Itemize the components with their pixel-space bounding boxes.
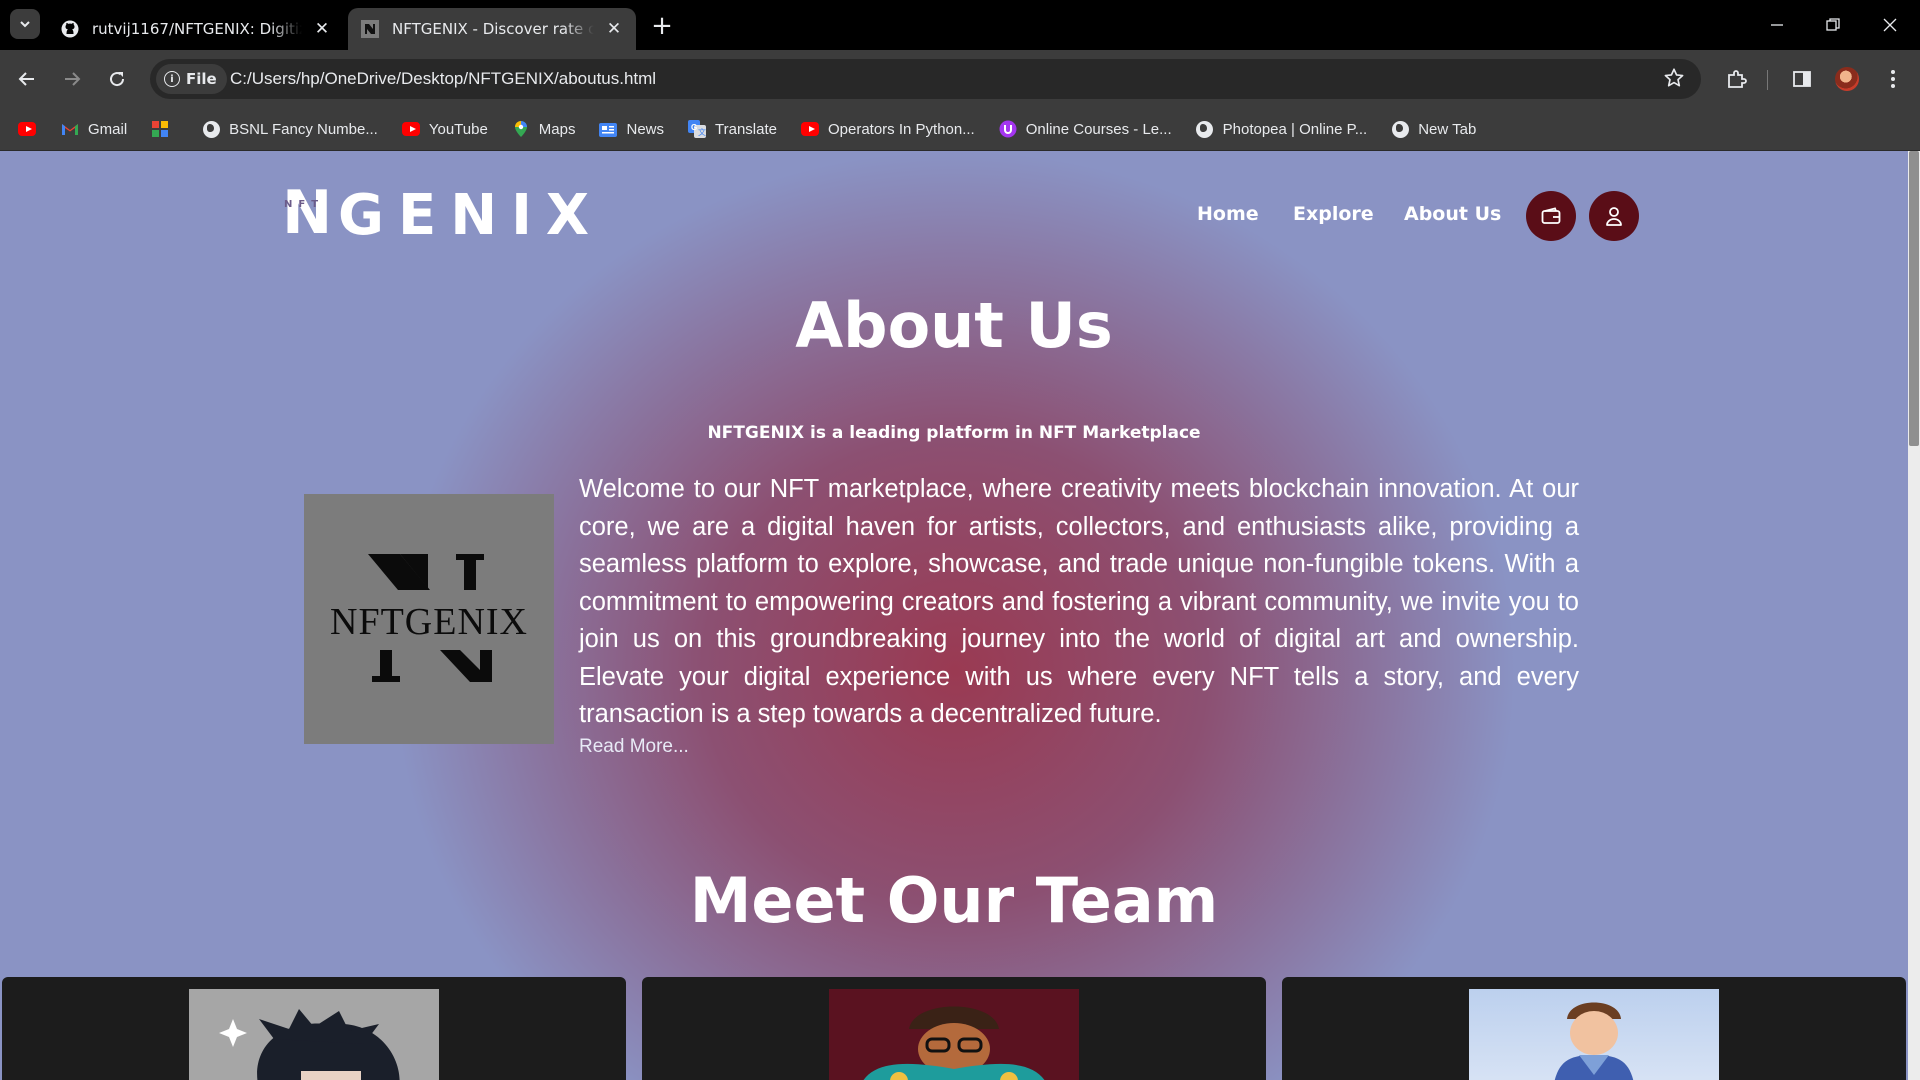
tab-github[interactable]: rutvij1167/NFTGENIX: Digitizing ✕	[48, 8, 344, 50]
bookmark-new-tab[interactable]: New Tab	[1385, 114, 1482, 144]
nav-about-us[interactable]: About Us	[1404, 203, 1501, 225]
bookmark-translate[interactable]: G文 Translate	[682, 114, 783, 144]
wallet-icon	[1541, 207, 1561, 224]
globe-icon	[1391, 120, 1409, 138]
bookmark-youtube-1[interactable]	[12, 114, 51, 144]
url-text[interactable]: C:/Users/hp/OneDrive/Desktop/NFTGENIX/ab…	[230, 69, 656, 89]
team-heading: Meet Our Team	[689, 864, 1219, 937]
close-tab-icon[interactable]: ✕	[604, 19, 624, 39]
site-info-chip[interactable]: i File	[156, 64, 227, 94]
profile-button[interactable]	[1589, 191, 1639, 241]
tab-title: NFTGENIX - Discover rate collec	[392, 20, 594, 38]
globe-icon	[1196, 120, 1214, 138]
close-window-icon[interactable]	[1875, 10, 1905, 40]
logo-wordmark: GENIX	[338, 182, 604, 248]
about-tagline: NFTGENIX is a leading platform in NFT Ma…	[707, 423, 1201, 443]
side-panel-icon[interactable]	[1787, 64, 1817, 94]
bookmark-gmail[interactable]: Gmail	[55, 114, 133, 144]
translate-icon: G文	[688, 120, 706, 138]
bookmark-news[interactable]: News	[593, 114, 670, 144]
site-logo[interactable]: N NFT GENIX	[282, 183, 603, 248]
minimize-icon[interactable]	[1762, 10, 1792, 40]
course-icon	[999, 120, 1017, 138]
about-paragraph: Welcome to our NFT marketplace, where cr…	[579, 475, 1579, 728]
forward-arrow-icon[interactable]	[57, 64, 87, 94]
reload-icon[interactable]	[102, 64, 132, 94]
read-more-link[interactable]: Read More...	[579, 736, 689, 758]
nav-home[interactable]: Home	[1197, 203, 1259, 225]
news-icon	[599, 120, 618, 138]
google-icon	[151, 120, 169, 138]
bookmark-youtube[interactable]: YouTube	[396, 114, 494, 144]
logo-big-letter: N	[282, 178, 333, 248]
page-viewport: N NFT GENIX Home Explore About Us About …	[0, 151, 1920, 1080]
team-member-photo	[189, 989, 439, 1080]
team-card	[642, 977, 1266, 1080]
team-member-photo	[829, 989, 1079, 1080]
bookmark-maps[interactable]: Maps	[506, 114, 582, 144]
bookmark-star-icon[interactable]	[1663, 67, 1687, 91]
gmail-icon	[61, 120, 79, 138]
tab-search-button[interactable]	[10, 9, 40, 39]
svg-text:G: G	[691, 123, 697, 132]
globe-icon	[202, 120, 220, 138]
maps-icon	[512, 120, 530, 138]
profile-avatar[interactable]	[1832, 64, 1862, 94]
wallet-button[interactable]	[1526, 191, 1576, 241]
close-tab-icon[interactable]: ✕	[312, 19, 332, 39]
profile-picture-icon	[1835, 67, 1859, 91]
youtube-icon	[18, 120, 36, 138]
back-arrow-icon[interactable]	[12, 64, 42, 94]
github-icon	[60, 19, 80, 39]
team-member-photo	[1469, 989, 1719, 1080]
youtube-icon	[800, 120, 819, 138]
more-menu-icon[interactable]	[1878, 64, 1908, 94]
user-icon	[1606, 207, 1622, 226]
logo-small-text: NFT	[284, 199, 325, 210]
svg-text:文: 文	[698, 127, 706, 137]
toolbar: i File C:/Users/hp/OneDrive/Desktop/NFTG…	[0, 50, 1920, 108]
bookmarks-bar: Gmail BSNL Fancy Numbe... YouTube Maps N…	[0, 108, 1920, 151]
toolbar-separator	[1767, 70, 1768, 90]
new-tab-button[interactable]: +	[648, 11, 676, 41]
address-bar[interactable]: i File C:/Users/hp/OneDrive/Desktop/NFTG…	[150, 59, 1701, 99]
chevron-down-icon	[20, 21, 30, 28]
about-logo-image: NFTGENIX	[304, 494, 554, 744]
file-label: File	[186, 70, 217, 88]
youtube-icon	[401, 120, 420, 138]
about-heading: About Us	[795, 289, 1113, 362]
nftgenix-favicon-icon	[360, 19, 380, 39]
tab-title: rutvij1167/NFTGENIX: Digitizing	[92, 20, 302, 38]
bookmark-google[interactable]	[145, 114, 184, 144]
bookmark-photopea[interactable]: Photopea | Online P...	[1190, 114, 1374, 144]
tab-nftgenix[interactable]: NFTGENIX - Discover rate collec ✕	[348, 8, 636, 50]
logo-mark: N NFT	[282, 183, 334, 243]
extensions-icon[interactable]	[1722, 64, 1752, 94]
team-card	[2, 977, 626, 1080]
bookmark-bsnl[interactable]: BSNL Fancy Numbe...	[196, 114, 384, 144]
about-image-text: NFTGENIX	[330, 601, 528, 643]
bookmark-operators-python[interactable]: Operators In Python...	[795, 114, 981, 144]
bookmark-online-courses[interactable]: Online Courses - Le...	[993, 114, 1178, 144]
scrollbar-thumb[interactable]	[1909, 151, 1919, 446]
info-icon: i	[164, 71, 180, 87]
restore-icon[interactable]	[1818, 10, 1848, 40]
page-scrollbar[interactable]	[1908, 151, 1920, 1080]
nav-explore[interactable]: Explore	[1293, 203, 1374, 225]
team-card	[1282, 977, 1906, 1080]
tab-strip: rutvij1167/NFTGENIX: Digitizing ✕ NFTGEN…	[0, 0, 1920, 50]
